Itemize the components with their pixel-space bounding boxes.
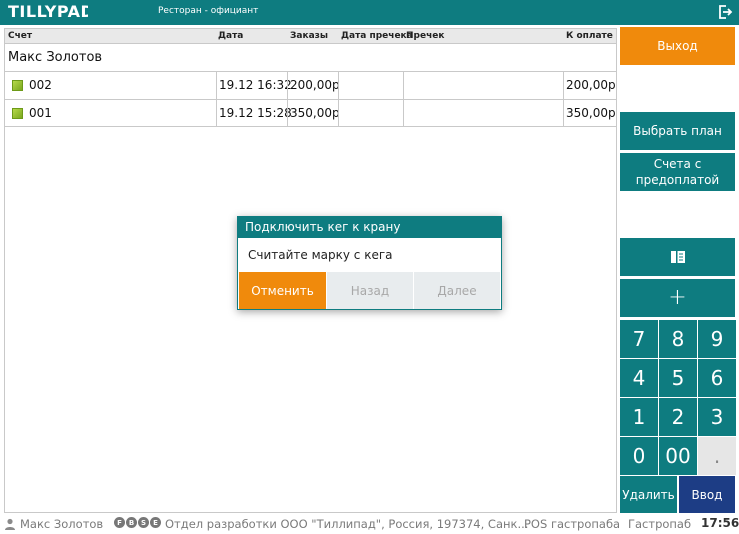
badge-e: E — [150, 517, 161, 528]
add-button[interactable]: + — [620, 279, 735, 317]
choose-plan-button[interactable]: Выбрать план — [620, 112, 735, 150]
svg-text:TILLYPAD: TILLYPAD — [8, 2, 88, 20]
terminal-name: Гастропаб — [628, 517, 692, 531]
badge-b: B — [126, 517, 137, 528]
keypad-key-6[interactable]: 6 — [698, 359, 736, 397]
exit-button[interactable]: Выход — [620, 27, 735, 65]
clock: 17:56 — [701, 516, 739, 530]
keypad-key-decimal[interactable]: . — [698, 437, 736, 475]
table-row[interactable]: 001 19.12 15:28 350,00р 350,00р — [5, 99, 616, 127]
user-name: Макс Золотов — [20, 517, 104, 531]
next-button[interactable]: Далее — [414, 272, 500, 309]
column-header-precheck-date[interactable]: Дата пречека — [341, 31, 413, 41]
delete-button[interactable]: Удалить — [620, 476, 677, 513]
column-header-date[interactable]: Дата — [218, 31, 243, 41]
keypad-key-4[interactable]: 4 — [620, 359, 658, 397]
table-header: Счет Дата Заказы Дата пречека Пречек К о… — [5, 29, 616, 44]
badge-s: S — [138, 517, 149, 528]
account-status-icon — [12, 108, 23, 119]
column-header-precheck[interactable]: Пречек — [406, 31, 444, 41]
app-title: Ресторан - официант — [158, 6, 259, 16]
account-number: 002 — [29, 78, 52, 92]
organization-info: Отдел разработки ООО "Тиллипад", Россия,… — [165, 517, 529, 531]
account-orders: 200,00р — [290, 78, 340, 92]
top-bar: TILLYPAD Ресторан - официант — [0, 0, 739, 25]
dialog-title: Подключить кег к крану — [238, 217, 501, 238]
keypad-key-1[interactable]: 1 — [620, 398, 658, 436]
column-header-to-pay[interactable]: К оплате — [566, 31, 613, 41]
prepaid-accounts-button[interactable]: Счета с предоплатой — [620, 153, 735, 191]
keypad-key-8[interactable]: 8 — [659, 320, 697, 358]
keypad-key-2[interactable]: 2 — [659, 398, 697, 436]
current-user: Макс Золотов — [4, 517, 103, 531]
column-header-account[interactable]: Счет — [8, 31, 32, 41]
back-button[interactable]: Назад — [327, 272, 413, 309]
account-to-pay: 350,00р — [566, 106, 616, 120]
account-date: 19.12 15:28 — [219, 106, 292, 120]
keypad-key-9[interactable]: 9 — [698, 320, 736, 358]
keypad-key-3[interactable]: 3 — [698, 398, 736, 436]
status-bar: Макс Золотов F B S E Отдел разработки ОО… — [0, 514, 739, 534]
tillypad-logo: TILLYPAD — [8, 2, 94, 21]
badge-f: F — [114, 517, 125, 528]
app-logo: TILLYPAD — [8, 2, 94, 25]
account-status-icon — [12, 80, 23, 91]
cancel-button[interactable]: Отменить — [239, 272, 326, 309]
keypad-key-7[interactable]: 7 — [620, 320, 658, 358]
pos-name: POS гастропаба — [524, 517, 621, 531]
account-to-pay: 200,00р — [566, 78, 616, 92]
connect-keg-dialog: Подключить кег к крану Считайте марку с … — [237, 216, 502, 310]
table-row[interactable]: 002 19.12 16:32 200,00р 200,00р — [5, 71, 616, 99]
book-icon — [670, 251, 685, 263]
enter-button[interactable]: Ввод — [679, 476, 735, 513]
keypad-key-0[interactable]: 0 — [620, 437, 658, 475]
book-button[interactable] — [620, 238, 735, 276]
keypad-key-5[interactable]: 5 — [659, 359, 697, 397]
dialog-buttons: Отменить Назад Далее — [238, 272, 501, 309]
keypad-key-00[interactable]: 00 — [659, 437, 697, 475]
app-window: TILLYPAD Ресторан - официант Счет Дата З… — [0, 0, 739, 534]
account-orders: 350,00р — [290, 106, 340, 120]
account-number: 001 — [29, 106, 52, 120]
user-icon — [5, 518, 15, 530]
mode-badges: F B S E — [114, 517, 161, 528]
waiter-group-title: Макс Золотов — [8, 50, 103, 65]
account-date: 19.12 16:32 — [219, 78, 292, 92]
dialog-message: Считайте марку с кега — [248, 248, 393, 262]
column-header-orders[interactable]: Заказы — [290, 31, 328, 41]
logout-icon[interactable] — [717, 4, 733, 20]
